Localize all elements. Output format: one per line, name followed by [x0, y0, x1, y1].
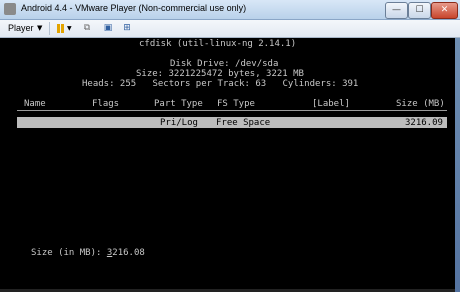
unity-icon[interactable]: ⊞	[121, 23, 133, 34]
disk-drive-line: Disk Drive: /dev/sda	[170, 59, 279, 69]
window-title: Android 4.4 - VMware Player (Non-commerc…	[21, 3, 247, 13]
close-button[interactable]: ✕	[431, 2, 458, 19]
column-size: Size (MB)	[396, 99, 445, 109]
pause-dropdown-icon[interactable]: ▼	[67, 25, 72, 32]
snapshot-icon[interactable]: ▣	[102, 23, 114, 34]
column-fs-type: FS Type	[217, 99, 255, 109]
program-title: cfdisk (util-linux-ng 2.14.1)	[139, 39, 297, 49]
column-name: Name	[24, 99, 46, 109]
row-size: 3216.09	[405, 118, 443, 128]
disk-geometry-line: Heads: 255 Sectors per Track: 63 Cylinde…	[82, 79, 359, 89]
size-prompt[interactable]: Size (in MB): 3216.08	[31, 248, 145, 258]
size-prompt-value: 216.08	[112, 248, 145, 258]
column-flags: Flags	[92, 99, 120, 109]
toolbar-divider	[49, 22, 50, 35]
column-label: [Label]	[312, 99, 350, 109]
window-titlebar[interactable]: Android 4.4 - VMware Player (Non-commerc…	[0, 0, 460, 20]
pause-icon[interactable]	[54, 23, 66, 34]
column-part-type: Part Type	[154, 99, 203, 109]
row-fs-type: Free Space	[216, 118, 271, 128]
minimize-button[interactable]: —	[385, 2, 408, 19]
player-menu[interactable]: Player	[8, 23, 34, 33]
vmware-toolbar: Player ▼ ▼ ⧉ ▣ ⊞	[0, 20, 460, 38]
vmware-app-icon	[4, 3, 16, 15]
host-desktop-edge	[455, 38, 460, 292]
maximize-button[interactable]: ☐	[408, 2, 431, 19]
header-divider	[17, 110, 447, 111]
size-prompt-label: Size (in MB):	[31, 248, 107, 258]
disk-size-line: Size: 3221225472 bytes, 3221 MB	[136, 69, 304, 79]
vm-console[interactable]: cfdisk (util-linux-ng 2.14.1) Disk Drive…	[0, 38, 455, 292]
row-part-type: Pri/Log	[160, 118, 198, 128]
network-icon[interactable]: ⧉	[81, 23, 93, 34]
chevron-down-icon[interactable]: ▼	[37, 24, 42, 32]
